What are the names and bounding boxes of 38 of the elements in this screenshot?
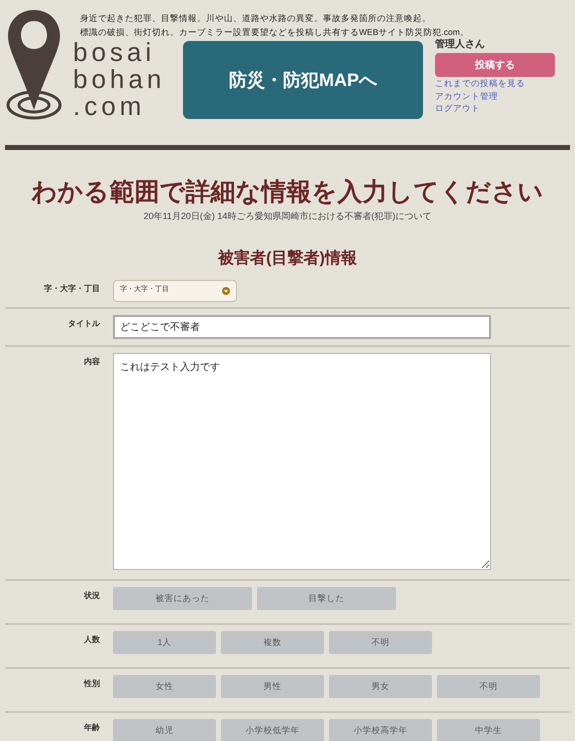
choice-button[interactable]: 小学校低学年 (221, 718, 324, 741)
logo-text: bohan (73, 66, 166, 93)
field-label: 内容 (84, 356, 100, 366)
field-label: 人数 (84, 634, 100, 644)
field-label: 状況 (84, 590, 100, 600)
tagline-text: 身近で起きた犯罪、目撃情報。川や山、道路や水路の異変。事故多発箇所の注意喚起。 (80, 12, 432, 25)
tagline-text: 標識の破損、街灯切れ。カーブミラー設置要望などを投稿し共有するWEBサイト防災防犯.com。 (80, 26, 470, 38)
choice-button[interactable]: 不明 (329, 630, 432, 654)
subtitle: 20年11月20日(金) 14時ごろ愛知県岡崎市における不審者(犯罪)について (142, 210, 432, 223)
caret-icon (222, 286, 230, 294)
title-input[interactable]: どこどこで不審者 (113, 314, 491, 338)
logo-text: bosai (73, 39, 156, 66)
nav-link[interactable]: これまでの投稿を見る (435, 77, 555, 90)
choice-button[interactable]: 女性 (113, 674, 216, 698)
field-label: タイトル (68, 318, 100, 328)
nav-link[interactable]: ログアウト (435, 102, 555, 114)
choice-button[interactable]: 1人 (113, 630, 216, 654)
page-title: わかる範囲で詳細な情報を入力してください (30, 177, 544, 208)
choice-button[interactable]: 被害にあった (113, 586, 252, 610)
post-button[interactable]: 投稿する (435, 53, 555, 77)
choice-button[interactable]: 小学校高学年 (329, 718, 432, 741)
choice-button[interactable]: 幼児 (113, 718, 216, 741)
nav-link[interactable]: アカウント管理 (435, 90, 555, 102)
field-label: 字・大字・丁目 (44, 284, 100, 292)
choice-button[interactable]: 複数 (221, 630, 324, 654)
choice-button[interactable]: 男女 (329, 674, 432, 698)
user-name: 管理人さん (435, 39, 486, 51)
choice-button[interactable]: 不明 (437, 674, 540, 698)
logo-text: .com (73, 93, 146, 120)
choice-button[interactable]: 男性 (221, 674, 324, 698)
map-button[interactable]: 防災・防犯MAPへ (183, 41, 423, 119)
field-label: 性別 (84, 678, 100, 688)
field-label: 年齢 (84, 722, 100, 732)
location-pin-icon (5, 8, 63, 120)
choice-button[interactable]: 中学生 (437, 718, 540, 741)
content-textarea[interactable]: これはテスト入力です (113, 352, 491, 570)
section-title: 被害者(目撃者)情報 (216, 248, 358, 268)
choice-button[interactable]: 目撃した (257, 586, 396, 610)
